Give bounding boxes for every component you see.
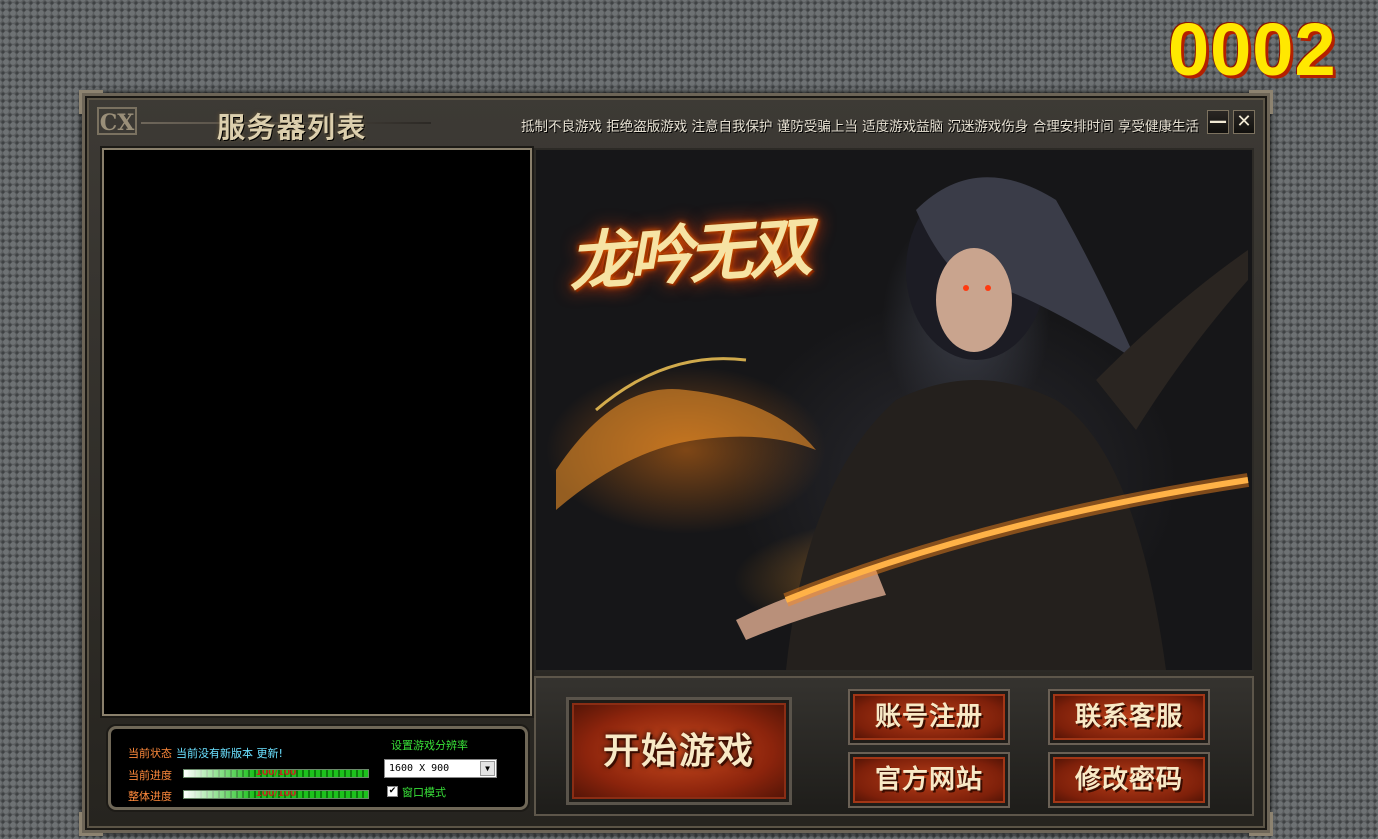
total-progress-bar: 100/100: [183, 790, 369, 799]
status-label: 当前状态: [128, 747, 172, 760]
window-title: 服务器列表: [217, 111, 368, 144]
resolution-select[interactable]: 1600 X 900 ▼: [384, 759, 497, 778]
health-slogan: 抵制不良游戏 拒绝盗版游戏 注意自我保护 谨防受骗上当 适度游戏益脑 沉迷游戏伤…: [520, 119, 1199, 135]
window-mode-label: 窗口模式: [402, 786, 446, 799]
close-button[interactable]: ✕: [1233, 110, 1255, 134]
progress-row: 当前进度: [128, 767, 172, 783]
game-logo: 龙吟无双: [566, 209, 811, 302]
contact-support-button[interactable]: 联系客服: [1048, 689, 1210, 745]
total-progress-label: 整体进度: [128, 790, 172, 803]
change-password-button[interactable]: 修改密码: [1048, 752, 1210, 808]
game-banner: 龙吟无双: [534, 148, 1254, 672]
launcher-window: CX 服务器列表 抵制不良游戏 拒绝盗版游戏 注意自我保护 谨防受骗上当 适度游…: [79, 90, 1273, 836]
window-mode-checkbox[interactable]: ✔: [387, 786, 398, 797]
total-progress-text: 100/100: [255, 790, 297, 799]
status-row: 当前状态 当前没有新版本 更新!: [128, 745, 283, 761]
chevron-down-icon[interactable]: ▼: [480, 761, 495, 776]
current-progress-text: 100/100: [255, 769, 297, 778]
total-row: 整体进度: [128, 788, 172, 804]
progress-label: 当前进度: [128, 769, 172, 782]
server-list-panel[interactable]: [102, 148, 532, 716]
launcher-logo-icon: CX: [97, 107, 137, 136]
status-panel: 当前状态 当前没有新版本 更新! 当前进度 100/100 整体进度 100/10…: [108, 726, 528, 810]
register-account-button[interactable]: 账号注册: [848, 689, 1010, 745]
status-message: 当前没有新版本 更新!: [176, 747, 283, 760]
session-number-badge: 0002: [1168, 8, 1337, 91]
title-bar[interactable]: CX 服务器列表 抵制不良游戏 拒绝盗版游戏 注意自我保护 谨防受骗上当 适度游…: [91, 102, 1261, 144]
minimize-button[interactable]: —: [1207, 110, 1229, 134]
official-website-button[interactable]: 官方网站: [848, 752, 1010, 808]
start-game-button[interactable]: 开始游戏: [566, 697, 792, 805]
resolution-value: 1600 X 900: [389, 763, 450, 774]
frame-corner-ornament: [79, 812, 103, 836]
resolution-label: 设置游戏分辨率: [391, 739, 468, 752]
current-progress-bar: 100/100: [183, 769, 369, 778]
